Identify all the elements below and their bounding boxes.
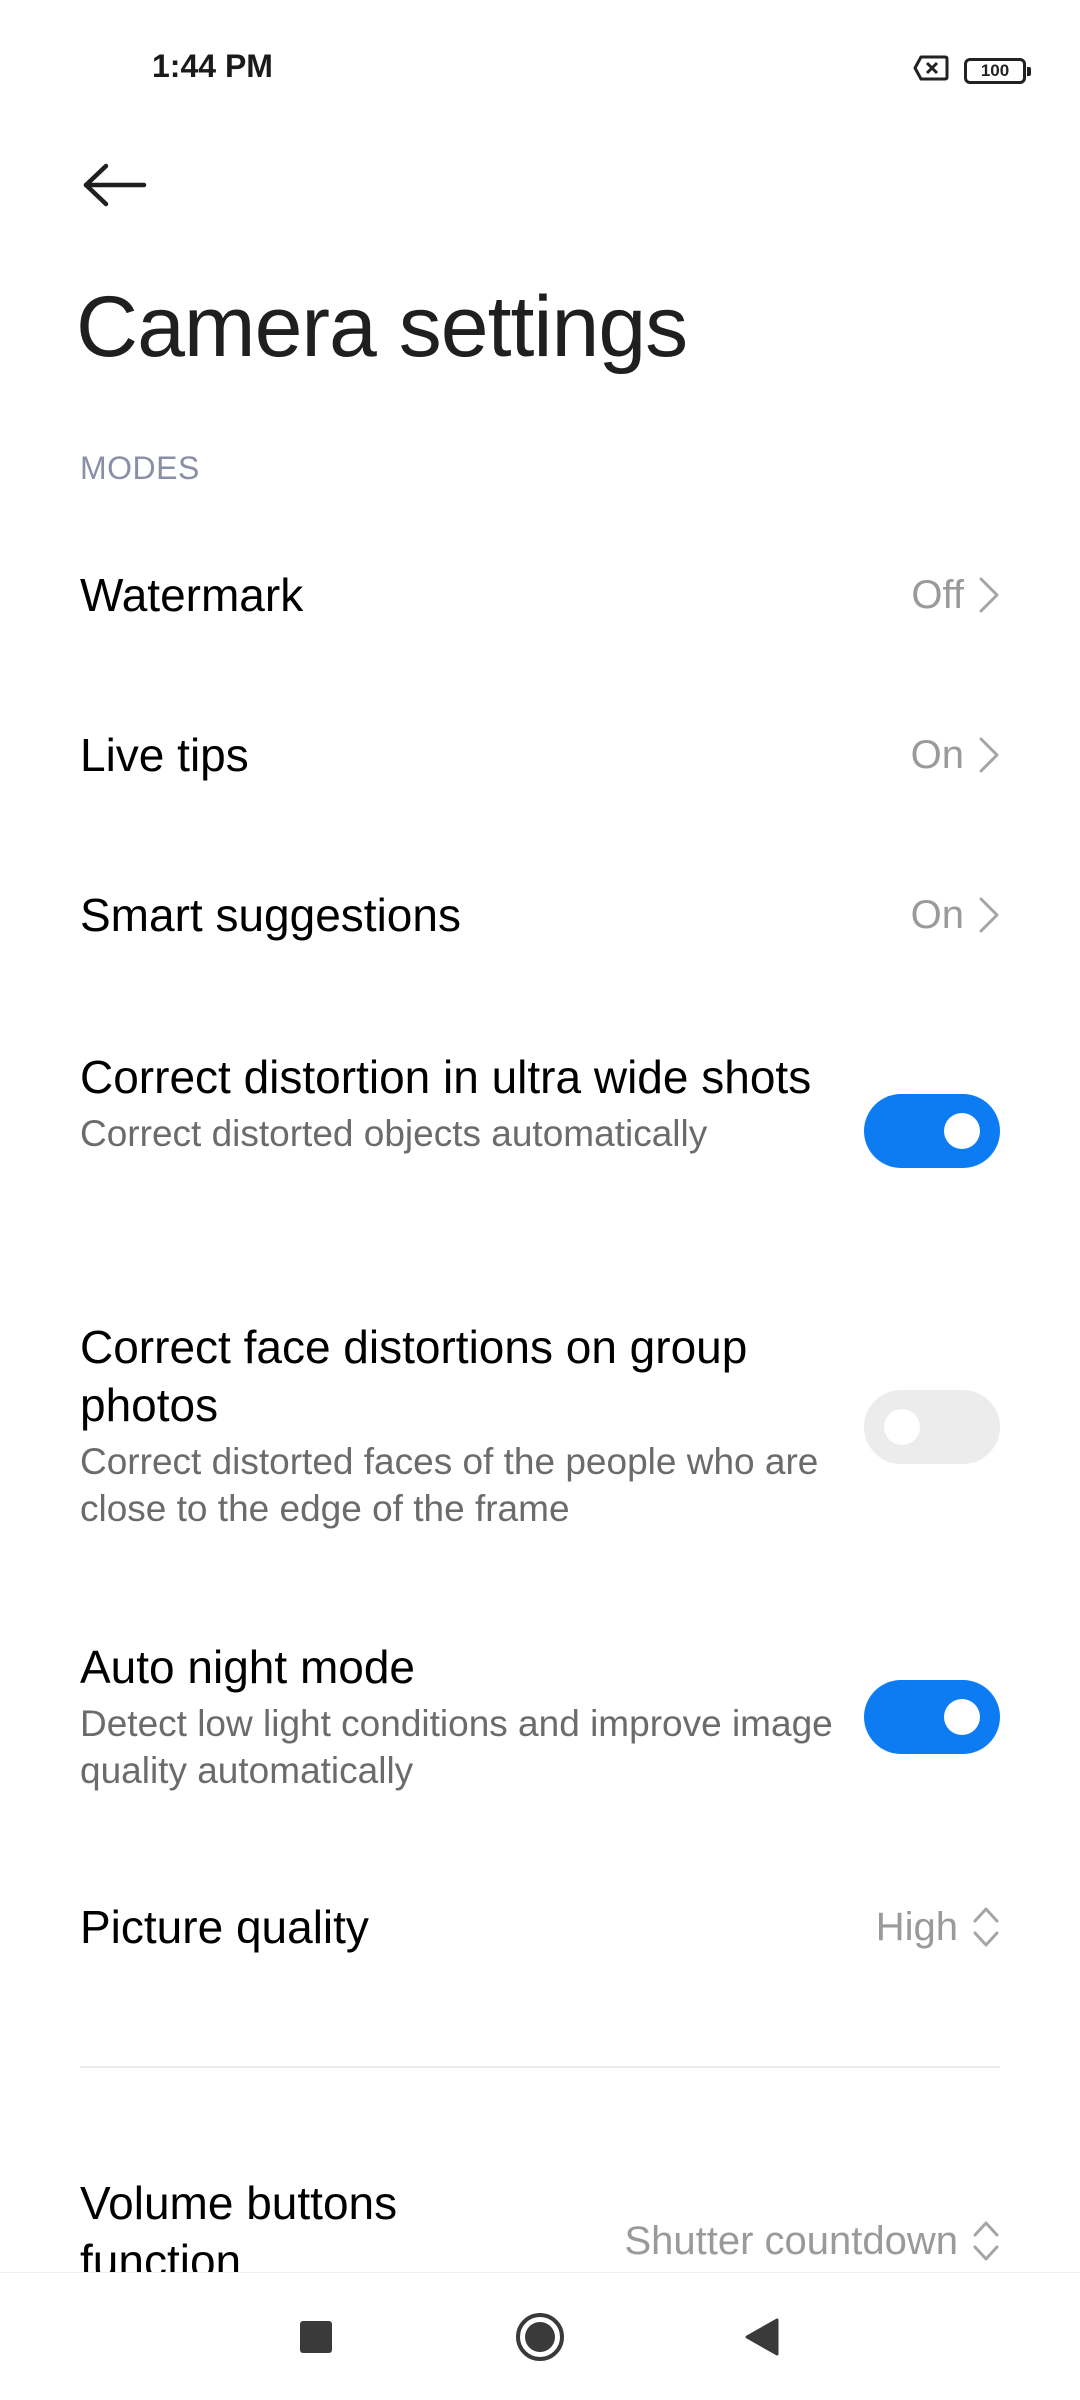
chevron-right-icon — [979, 577, 999, 613]
toggle-knob — [884, 1409, 920, 1445]
square-icon — [300, 2321, 332, 2353]
toggle-knob — [944, 1113, 980, 1149]
circle-icon — [516, 2313, 564, 2361]
setting-subtitle: Correct distorted objects automatically — [80, 1113, 708, 1154]
setting-auto-night[interactable]: Auto night mode Detect low light conditi… — [80, 1638, 1000, 1794]
setting-correct-ultra-wide[interactable]: Correct distortion in ultra wide shots C… — [80, 1048, 1000, 1168]
setting-value-text: On — [910, 732, 964, 777]
auto-night-toggle[interactable] — [864, 1680, 1000, 1754]
setting-subtitle: Detect low light conditions and improve … — [80, 1703, 833, 1791]
setting-value: On — [911, 880, 1000, 950]
setting-value: High — [876, 1892, 1000, 1962]
setting-value-text: High — [875, 1904, 958, 1949]
setting-value: On — [911, 720, 1000, 790]
setting-title: Live tips — [80, 729, 249, 781]
setting-title: Smart suggestions — [80, 889, 461, 941]
page-title: Camera settings — [76, 279, 688, 375]
status-time: 1:44 PM — [152, 48, 273, 84]
setting-text: Auto night mode Detect low light conditi… — [80, 1638, 840, 1794]
correct-ultra-wide-toggle[interactable] — [864, 1094, 1000, 1168]
setting-watermark[interactable]: Watermark Off — [80, 560, 1000, 630]
toggle-knob — [944, 1699, 980, 1735]
up-down-chevron-icon — [973, 1907, 999, 1947]
section-divider — [80, 2066, 1000, 2068]
setting-value-text: Off — [911, 572, 964, 617]
setting-text: Correct face distortions on group photos… — [80, 1318, 840, 1532]
setting-live-tips[interactable]: Live tips On — [80, 720, 1000, 790]
triangle-back-icon — [745, 2318, 779, 2356]
chevron-right-icon — [979, 737, 999, 773]
camera-settings-screen: 1:44 PM 100 Camera settings MODES Waterm… — [0, 0, 1080, 2400]
setting-correct-face[interactable]: Correct face distortions on group photos… — [80, 1318, 1000, 1532]
navigation-bar — [0, 2272, 1080, 2400]
setting-text: Correct distortion in ultra wide shots C… — [80, 1048, 840, 1157]
battery-icon: 100 — [964, 57, 1031, 84]
setting-value-text: On — [910, 892, 964, 937]
setting-picture-quality[interactable]: Picture quality High — [80, 1892, 1000, 1962]
setting-title: Correct face distortions on group photos — [80, 1321, 748, 1431]
no-sim-icon — [912, 54, 950, 87]
status-icons: 100 — [912, 54, 1031, 87]
status-bar: 1:44 PM 100 — [0, 0, 1080, 140]
battery-level: 100 — [980, 60, 1010, 80]
recents-button[interactable] — [266, 2273, 366, 2400]
setting-subtitle: Correct distorted faces of the people wh… — [80, 1441, 819, 1529]
setting-title: Auto night mode — [80, 1641, 416, 1693]
setting-title: Picture quality — [80, 1901, 369, 1953]
setting-smart-suggestions[interactable]: Smart suggestions On — [80, 880, 1000, 950]
section-header-modes: MODES — [80, 450, 200, 486]
home-button[interactable] — [490, 2273, 590, 2400]
up-down-chevron-icon — [973, 2221, 999, 2261]
setting-value-text: Shutter countdown — [624, 2218, 958, 2263]
setting-value: Off — [911, 560, 1000, 630]
chevron-right-icon — [979, 897, 999, 933]
arrow-left-icon — [83, 163, 147, 207]
setting-title: Correct distortion in ultra wide shots — [80, 1051, 812, 1103]
setting-title: Watermark — [80, 569, 304, 621]
setting-value: Shutter countdown — [624, 2206, 1000, 2276]
correct-face-toggle[interactable] — [864, 1390, 1000, 1464]
back-button[interactable] — [80, 150, 150, 220]
nav-back-button[interactable] — [712, 2273, 812, 2400]
